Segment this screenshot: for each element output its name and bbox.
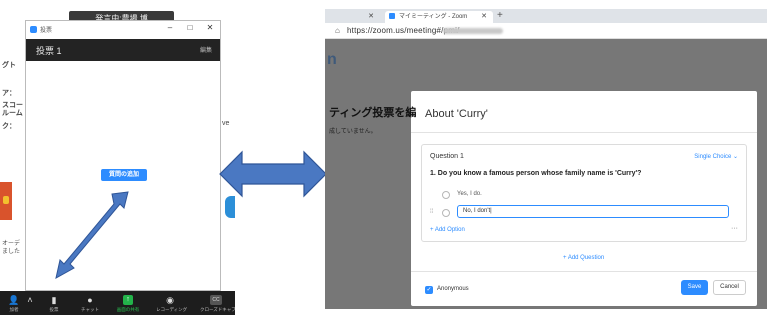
tab-inactive[interactable]: ✕ [343,11,380,23]
cancel-button[interactable]: Cancel [713,280,746,295]
background-text-4: ルーム [2,110,23,117]
orange-thumbnail [0,182,12,220]
redacted-url-part [443,28,503,34]
tab-active-label: マイミーティング - Zoom [399,14,468,20]
tab-active[interactable]: マイミーティング - Zoom ✕ [385,11,493,23]
polls-button[interactable]: ▮ 投票 [40,291,68,315]
zoom-desktop-screenshot: グト ア： スコー ルーム ク： オーデ ました ve 発言中:農場 博 投票 … [0,0,235,315]
polls-icon: ▮ [51,295,57,305]
tab-close-icon[interactable]: ✕ [481,11,487,23]
background-small-2: ました [2,249,21,255]
edit-poll-dialog: About 'Curry' Question 1 Single Choice ⌄… [411,91,757,306]
more-options-icon[interactable]: ··· [731,225,738,232]
poll-window-titlebar[interactable]: 投票 – □ ✕ [26,21,220,39]
closed-caption-label: クローズドキャプ [200,307,235,312]
background-text-5: ク： [2,123,16,130]
meeting-toolbar: 👤 加者 ˄ ▮ 投票 ● チャット ↑ 画面の共有 ◉ レコーディング CC … [0,291,235,315]
edit-link[interactable]: 編集 [200,45,212,54]
save-button[interactable]: Save [681,280,708,295]
zoom-favicon-icon [389,13,395,20]
poll-title: 投票 1 [36,46,62,56]
window-title: 投票 [40,28,53,34]
tab-close-icon[interactable]: ✕ [368,11,374,23]
radio-icon [442,209,450,217]
browser-screenshot: ✕ マイミーティング - Zoom ✕ + ⌂ https://zoom.us/… [325,9,767,309]
record-icon: ◉ [166,295,174,305]
share-screen-label: 画面の共有 [116,307,140,312]
drag-handle-icon[interactable]: ⁞⁞ [430,209,433,215]
chat-icon: ● [87,295,93,305]
chat-button[interactable]: ● チャット [76,291,104,315]
option-text[interactable]: Yes, I do. [457,191,482,197]
address-bar[interactable]: ⌂ https://zoom.us/meeting#/pmi/ [325,23,767,39]
up-caret-icon: ˄ [27,295,33,305]
new-tab-icon[interactable]: + [497,10,503,21]
option-input[interactable]: No, I don't| [457,205,729,218]
participants-menu-button[interactable]: ˄ [24,291,36,315]
question-text[interactable]: 1. Do you know a famous person whose fam… [430,170,641,177]
share-screen-icon: ↑ [123,295,133,305]
chevron-down-icon: ⌄ [732,154,738,160]
divider [411,132,757,133]
add-question-button[interactable]: 質問の追加 [101,169,147,181]
zoom-logo-icon [30,26,37,33]
minimize-icon[interactable]: – [164,23,176,32]
question-type-select[interactable]: Single Choice ⌄ [694,153,738,160]
divider [411,271,757,272]
lock-icon: ⌂ [335,26,340,35]
question-card: Question 1 Single Choice ⌄ 1. Do you kno… [421,144,747,242]
record-label: レコーディング [156,307,188,312]
tab-strip: ✕ マイミーティング - Zoom ✕ + [325,9,767,23]
background-text-1: グト [2,62,16,69]
dialog-title: About 'Curry' [425,108,488,120]
add-option-link[interactable]: + Add Option [430,227,465,233]
record-button[interactable]: ◉ レコーディング [156,291,188,315]
background-page-title: ティング投票を編 [329,107,417,119]
double-arrow-diagonal-icon [55,191,129,279]
background-right-text: ve [222,120,230,127]
anonymous-checkbox[interactable]: ✓ [425,286,433,294]
add-question-link[interactable]: + Add Question [563,255,604,261]
chat-label: チャット [81,307,99,312]
close-icon[interactable]: ✕ [204,23,216,32]
share-screen-button[interactable]: ↑ 画面の共有 [114,291,142,315]
closed-caption-icon: CC [210,295,222,305]
background-page-subtitle: 成していません。 [329,129,377,135]
radio-icon [442,191,450,199]
maximize-icon[interactable]: □ [184,23,196,32]
double-arrow-horizontal-icon [219,150,327,198]
closed-caption-button[interactable]: CC クローズドキャプ [200,291,235,315]
question-type-label: Single Choice [694,154,732,160]
anonymous-label: Anonymous [437,286,469,292]
poll-header: 投票 1 編集 [26,39,220,61]
background-text-2: ア： [2,90,16,97]
polls-label: 投票 [49,307,59,312]
question-label: Question 1 [430,153,464,160]
